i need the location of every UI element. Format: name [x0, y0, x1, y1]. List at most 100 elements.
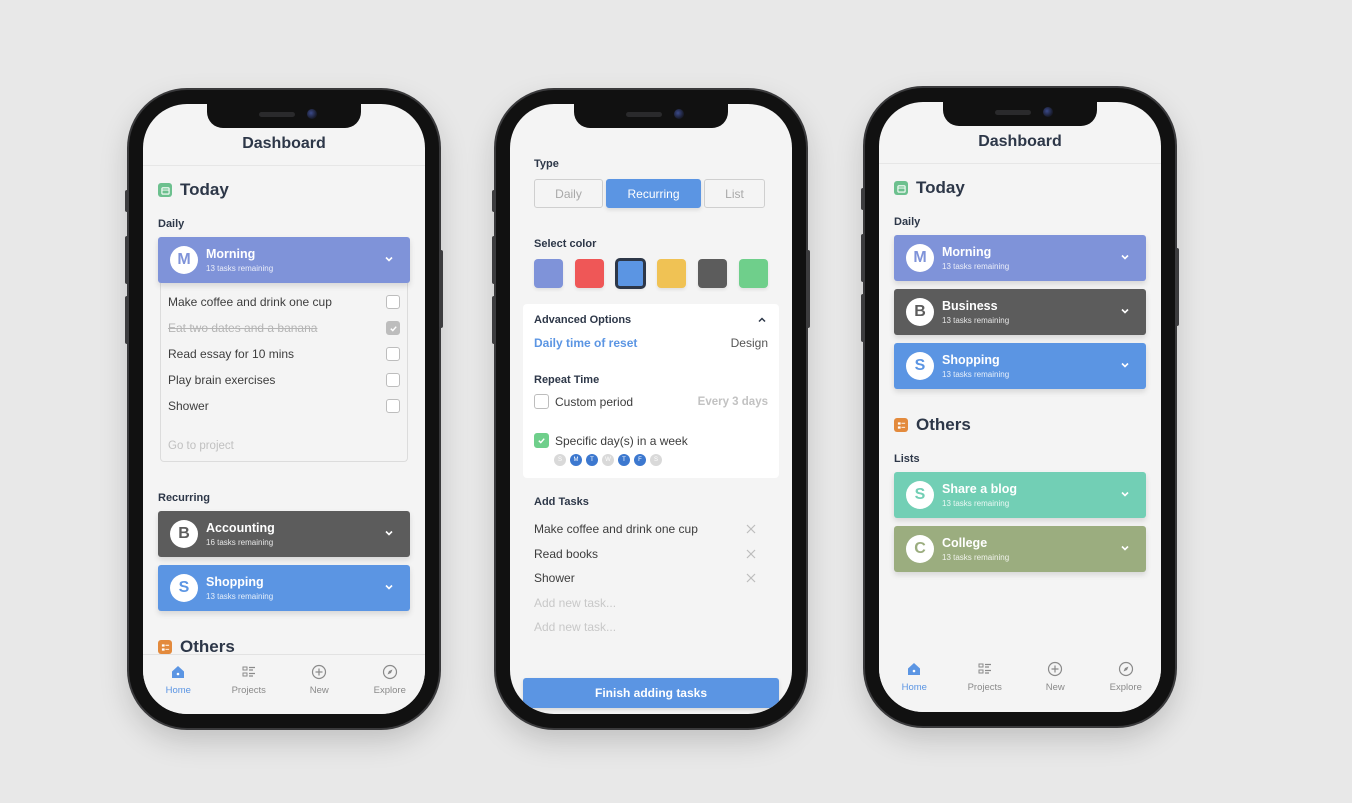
- calendar-icon: [894, 181, 908, 195]
- project-card-accounting[interactable]: B Accounting 16 tasks remaining: [158, 511, 410, 557]
- chevron-down-icon[interactable]: [1118, 250, 1132, 264]
- section-today: Today: [158, 180, 410, 200]
- new-task-input[interactable]: Add new task...: [534, 615, 768, 640]
- remove-task-button[interactable]: [746, 549, 756, 559]
- weekday-toggle[interactable]: W: [602, 454, 614, 466]
- new-task-input[interactable]: Add new task...: [534, 591, 768, 616]
- added-task-row: Make coffee and drink one cup: [534, 517, 768, 542]
- home-icon: [172, 666, 185, 678]
- list-card[interactable]: S Share a blog 13 tasks remaining: [894, 472, 1146, 518]
- close-icon: [746, 549, 756, 559]
- task-checkbox[interactable]: [386, 295, 400, 309]
- chevron-down-icon[interactable]: [1118, 487, 1132, 501]
- color-swatch[interactable]: [657, 259, 686, 288]
- chevron-down-icon[interactable]: [382, 526, 396, 540]
- card-title: Shopping: [206, 575, 264, 589]
- plus-circle-icon: [312, 664, 327, 680]
- color-swatch[interactable]: [739, 259, 768, 288]
- custom-period-value: Every 3 days: [697, 395, 768, 408]
- tab-projects[interactable]: Projects: [219, 664, 279, 714]
- project-card[interactable]: B Business 13 tasks remaining: [894, 289, 1146, 335]
- lists-label: Lists: [894, 453, 920, 465]
- list-card[interactable]: C College 13 tasks remaining: [894, 526, 1146, 572]
- remove-task-button[interactable]: [746, 524, 756, 534]
- daily-label: Daily: [894, 216, 921, 228]
- project-card[interactable]: M Morning 13 tasks remaining: [894, 235, 1146, 281]
- check-icon: [389, 325, 397, 332]
- type-option-list[interactable]: List: [704, 179, 765, 208]
- card-title: Morning: [206, 247, 256, 261]
- avatar: M: [906, 244, 934, 272]
- added-task-text: Shower: [534, 571, 575, 586]
- tab-home[interactable]: Home: [884, 661, 944, 712]
- project-card-shopping[interactable]: S Shopping 13 tasks remaining: [158, 565, 410, 611]
- notch: [574, 104, 728, 128]
- daily-reset-link[interactable]: Daily time of reset: [534, 336, 637, 350]
- color-swatch[interactable]: [534, 259, 563, 288]
- tab-home[interactable]: Home: [148, 664, 208, 714]
- task-text: Play brain exercises: [168, 373, 276, 387]
- tab-new[interactable]: New: [1025, 661, 1085, 712]
- card-subtitle: 13 tasks remaining: [942, 262, 1010, 271]
- close-icon: [746, 573, 756, 583]
- list-icon: [978, 663, 991, 674]
- task-row: Shower: [168, 393, 400, 419]
- type-option-recurring[interactable]: Recurring: [606, 179, 701, 208]
- go-to-project-link[interactable]: Go to project: [168, 435, 400, 457]
- weekday-toggle[interactable]: T: [618, 454, 630, 466]
- advanced-options-panel: Advanced Options Daily time of reset Des…: [523, 304, 779, 478]
- card-subtitle: 13 tasks remaining: [942, 316, 1010, 325]
- specific-days-label: Specific day(s) in a week: [555, 433, 688, 448]
- weekday-toggle[interactable]: F: [634, 454, 646, 466]
- tab-label: Projects: [967, 682, 1002, 693]
- type-segmented-control: Daily Recurring List: [534, 179, 768, 208]
- tab-label: Explore: [1109, 682, 1142, 693]
- remove-task-button[interactable]: [746, 573, 756, 583]
- phone-dashboard-collapsed: Dashboard Today Daily M Morning 13 tasks r…: [861, 88, 1179, 726]
- task-row: Eat two dates and a banana: [168, 315, 400, 341]
- task-text: Eat two dates and a banana: [168, 321, 318, 335]
- chevron-down-icon[interactable]: [1118, 541, 1132, 555]
- added-task-list: Make coffee and drink one cup Read books S…: [534, 517, 768, 640]
- added-task-row: Read books: [534, 542, 768, 567]
- specific-days-checkbox[interactable]: [534, 433, 549, 448]
- advanced-options-title: Advanced Options: [534, 314, 632, 326]
- tab-new[interactable]: New: [289, 664, 349, 714]
- project-card-morning[interactable]: M Morning 13 tasks remaining: [158, 237, 410, 283]
- color-swatch[interactable]: [575, 259, 604, 288]
- type-option-daily[interactable]: Daily: [534, 179, 603, 208]
- avatar: B: [906, 298, 934, 326]
- close-icon: [746, 524, 756, 534]
- color-swatch[interactable]: [615, 258, 646, 289]
- weekday-toggle[interactable]: S: [650, 454, 662, 466]
- task-checkbox[interactable]: [386, 321, 400, 335]
- list-icon: [242, 666, 255, 677]
- weekday-toggle[interactable]: M: [570, 454, 582, 466]
- screen: Dashboard Today Daily M Morning 13 tasks …: [143, 104, 425, 714]
- weekday-toggle[interactable]: T: [586, 454, 598, 466]
- weekday-toggle[interactable]: S: [554, 454, 566, 466]
- chevron-down-icon[interactable]: [1118, 304, 1132, 318]
- chevron-up-icon[interactable]: [756, 314, 768, 326]
- add-tasks-label: Add Tasks: [534, 496, 589, 508]
- card-subtitle: 16 tasks remaining: [206, 538, 274, 547]
- card-subtitle: 13 tasks remaining: [942, 499, 1010, 508]
- finish-button[interactable]: Finish adding tasks: [523, 678, 779, 708]
- task-checkbox[interactable]: [386, 373, 400, 387]
- weekday-selector: SMTWTFS: [554, 454, 768, 466]
- tab-projects[interactable]: Projects: [955, 661, 1015, 712]
- task-checkbox[interactable]: [386, 347, 400, 361]
- card-title: Shopping: [942, 353, 1000, 367]
- tab-label: New: [309, 685, 329, 696]
- chevron-down-icon[interactable]: [382, 252, 396, 266]
- project-card[interactable]: S Shopping 13 tasks remaining: [894, 343, 1146, 389]
- avatar: S: [906, 352, 934, 380]
- tab-explore[interactable]: Explore: [360, 664, 420, 714]
- task-checkbox[interactable]: [386, 399, 400, 413]
- chevron-down-icon[interactable]: [1118, 358, 1132, 372]
- custom-period-checkbox[interactable]: [534, 394, 549, 409]
- tab-explore[interactable]: Explore: [1096, 661, 1156, 712]
- color-swatch[interactable]: [698, 259, 727, 288]
- avatar: C: [906, 535, 934, 563]
- chevron-down-icon[interactable]: [382, 580, 396, 594]
